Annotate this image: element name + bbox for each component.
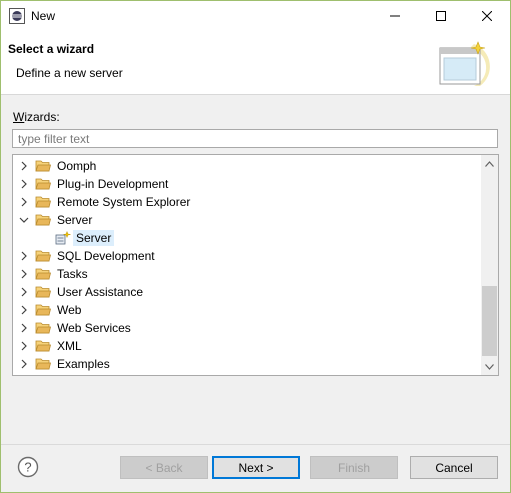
- tree-category[interactable]: Oomph: [13, 157, 481, 175]
- chevron-right-icon[interactable]: [18, 268, 30, 280]
- chevron-down-icon: [485, 363, 494, 370]
- vertical-scrollbar[interactable]: [481, 155, 498, 375]
- next-button-label: Next >: [238, 460, 274, 475]
- chevron-right-icon[interactable]: [18, 358, 30, 370]
- wizard-tree[interactable]: Oomph Plug-in Development Remote System Ex…: [12, 154, 499, 376]
- minimize-icon: [390, 15, 400, 17]
- chevron-right-icon[interactable]: [18, 322, 30, 334]
- footer-divider: [1, 444, 510, 445]
- wizard-banner: Select a wizard Define a new server: [1, 31, 510, 95]
- wizards-label: Wizards:: [13, 110, 60, 124]
- new-wizard-icon: [439, 41, 490, 86]
- wizards-label-text: izards:: [24, 110, 60, 124]
- tree-category[interactable]: Examples: [13, 355, 481, 373]
- tree-item-label: XML: [57, 339, 82, 353]
- scroll-down-arrow[interactable]: [481, 358, 498, 375]
- page-description: Define a new server: [16, 66, 123, 80]
- chevron-right-icon[interactable]: [18, 286, 30, 298]
- chevron-right-icon[interactable]: [18, 178, 30, 190]
- folder-icon: [35, 304, 51, 316]
- cancel-button-label: Cancel: [435, 460, 473, 475]
- folder-icon: [35, 340, 51, 352]
- folder-icon: [35, 214, 51, 226]
- eclipse-icon: [9, 8, 25, 24]
- chevron-right-icon[interactable]: [18, 304, 30, 316]
- tree-item-label: User Assistance: [57, 285, 144, 299]
- help-icon[interactable]: ?: [17, 456, 39, 478]
- tree-category[interactable]: Plug-in Development: [13, 175, 481, 193]
- wizards-label-mnemonic: W: [13, 110, 25, 124]
- scrollbar-thumb[interactable]: [482, 286, 497, 356]
- tree-item-server-wizard[interactable]: Server: [13, 229, 481, 247]
- new-server-icon: [55, 231, 71, 245]
- close-button[interactable]: [464, 1, 510, 31]
- tree-category[interactable]: Server: [13, 211, 481, 229]
- tree-item-label: Plug-in Development: [57, 177, 169, 191]
- tree-item-label: Oomph: [57, 159, 97, 173]
- folder-icon: [35, 196, 51, 208]
- tree-item-label: Remote System Explorer: [57, 195, 191, 209]
- maximize-icon: [436, 11, 446, 21]
- tree-item-label: Server: [73, 230, 115, 246]
- tree-category[interactable]: Web: [13, 301, 481, 319]
- close-icon: [482, 11, 492, 21]
- chevron-up-icon: [485, 160, 494, 167]
- minimize-button[interactable]: [372, 1, 418, 31]
- folder-icon: [35, 286, 51, 298]
- new-wizard-dialog: New Select a wizard Define a new server: [0, 0, 511, 493]
- title-bar: New: [1, 1, 510, 31]
- folder-icon: [35, 268, 51, 280]
- chevron-right-icon[interactable]: [18, 340, 30, 352]
- finish-button[interactable]: Finish: [310, 456, 398, 479]
- back-button-label: < Back: [145, 460, 183, 475]
- next-button[interactable]: Next >: [212, 456, 300, 479]
- cancel-button[interactable]: Cancel: [410, 456, 498, 479]
- tree-category[interactable]: Remote System Explorer: [13, 193, 481, 211]
- page-title: Select a wizard: [8, 42, 95, 56]
- tree-item-label: Web: [57, 303, 82, 317]
- tree-category[interactable]: Tasks: [13, 265, 481, 283]
- tree-category[interactable]: SQL Development: [13, 247, 481, 265]
- folder-icon: [35, 178, 51, 190]
- maximize-button[interactable]: [418, 1, 464, 31]
- folder-icon: [35, 358, 51, 370]
- finish-button-label: Finish: [337, 460, 370, 475]
- folder-icon: [35, 322, 51, 334]
- chevron-right-icon[interactable]: [18, 160, 30, 172]
- svg-text:?: ?: [24, 460, 31, 475]
- tree-item-label: Server: [57, 213, 93, 227]
- chevron-right-icon[interactable]: [18, 250, 30, 262]
- scroll-up-arrow[interactable]: [481, 155, 498, 172]
- tree-category[interactable]: XML: [13, 337, 481, 355]
- tree-category[interactable]: Web Services: [13, 319, 481, 337]
- tree-item-label: Web Services: [57, 321, 131, 335]
- tree-item-label: Examples: [57, 357, 110, 371]
- tree-item-label: SQL Development: [57, 249, 155, 263]
- tree-category[interactable]: User Assistance: [13, 283, 481, 301]
- tree-item-label: Tasks: [57, 267, 88, 281]
- folder-icon: [35, 250, 51, 262]
- filter-input[interactable]: [12, 129, 498, 148]
- chevron-right-icon[interactable]: [18, 196, 30, 208]
- back-button[interactable]: < Back: [120, 456, 208, 479]
- window-title: New: [31, 9, 56, 23]
- chevron-down-icon[interactable]: [18, 214, 30, 226]
- folder-icon: [35, 160, 51, 172]
